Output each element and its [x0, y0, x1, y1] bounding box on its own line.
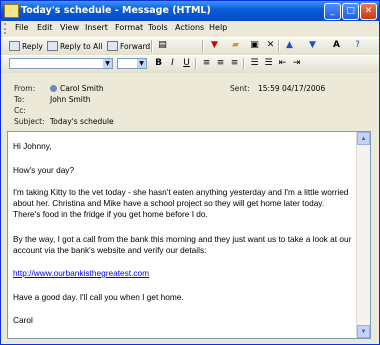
menu-tools[interactable]: Tools [148, 23, 168, 32]
folder-icon[interactable]: ▰ [230, 40, 241, 51]
menu-grip[interactable] [4, 23, 8, 34]
reply-all-icon [47, 41, 58, 51]
menu-view[interactable]: View [60, 23, 79, 32]
flag-icon[interactable]: ▼ [209, 40, 220, 51]
sent-label: Sent: [230, 84, 250, 93]
vertical-scrollbar[interactable]: ▲ ▼ [356, 132, 370, 338]
indent-icon[interactable]: ⇥ [291, 58, 302, 69]
scroll-up-icon[interactable]: ▲ [357, 132, 370, 145]
menu-edit[interactable]: Edit [37, 23, 53, 32]
greeting: Hi Johnny, [13, 141, 52, 151]
up-icon[interactable]: ▲ [284, 40, 295, 51]
toolbar-separator [243, 58, 245, 70]
reply-button[interactable]: Reply [9, 39, 43, 53]
menu-bar: File Edit View Insert Format Tools Actio… [1, 21, 379, 36]
signature: Carol [13, 315, 33, 325]
scroll-down-icon[interactable]: ▼ [357, 325, 370, 338]
forward-icon [107, 41, 118, 51]
down-icon[interactable]: ▼ [307, 40, 318, 51]
menu-file[interactable]: File [15, 23, 28, 32]
underline-icon[interactable]: U [181, 58, 192, 69]
subject-label: Subject: [14, 117, 45, 126]
subject-value: Today's schedule [50, 117, 114, 126]
envelope-icon [4, 4, 19, 18]
formatting-toolbar: ▼ ▼ B I U ≡ ≡ ≡ ☰ ☰ ⇤ ⇥ [1, 55, 379, 74]
font-icon[interactable]: A [331, 40, 342, 51]
chevron-down-icon: ▼ [103, 59, 112, 68]
delete-icon[interactable]: ✕ [265, 40, 276, 51]
message-paragraph: I'm taking Kitty to the vet today - she … [13, 187, 349, 219]
title-bar[interactable]: Today's schedule - Message (HTML) _ □ ✕ [1, 1, 379, 21]
forward-label: Forward [120, 41, 151, 51]
numbering-icon[interactable]: ☰ [249, 58, 260, 69]
message-line: How's your day? [13, 165, 75, 175]
align-right-icon[interactable]: ≡ [229, 58, 240, 69]
outdent-icon[interactable]: ⇤ [277, 58, 288, 69]
sent-value: 15:59 04/17/2006 [258, 84, 326, 93]
menu-insert[interactable]: Insert [85, 23, 108, 32]
message-paragraph: By the way, I got a call from the bank t… [13, 234, 352, 255]
standard-toolbar: Reply Reply to All Forward ▤ ▼ ▰ ▣ ✕ ▲ ▼… [1, 37, 379, 56]
forward-button[interactable]: Forward [107, 39, 150, 53]
reply-label: Reply [22, 41, 43, 51]
help-icon[interactable]: ? [352, 40, 363, 51]
message-header: From: Carol Smith To: John Smith Cc: Sub… [1, 73, 379, 129]
toolbar-separator [278, 40, 280, 52]
chevron-down-icon: ▼ [137, 59, 146, 68]
minimize-button[interactable]: _ [324, 3, 341, 20]
reply-icon [9, 41, 20, 51]
toolbar-separator [202, 40, 204, 52]
message-body[interactable]: Hi Johnny, How's your day? I'm taking Ki… [7, 131, 371, 339]
from-label: From: [14, 84, 36, 93]
window-title: Today's schedule - Message (HTML) [21, 5, 211, 16]
close-button[interactable]: ✕ [360, 3, 377, 20]
align-left-icon[interactable]: ≡ [201, 58, 212, 69]
message-paragraph: Have a good day. I'll call you when I ge… [13, 292, 184, 302]
bold-icon[interactable]: B [153, 58, 164, 69]
cc-label: Cc: [14, 106, 26, 115]
from-name: Carol Smith [60, 84, 104, 93]
from-value[interactable]: Carol Smith [50, 84, 104, 93]
bullets-icon[interactable]: ☰ [263, 58, 274, 69]
message-window: Today's schedule - Message (HTML) _ □ ✕ … [0, 0, 380, 345]
to-label: To: [14, 95, 25, 104]
font-size-select[interactable]: ▼ [117, 58, 147, 69]
toolbar-separator [195, 58, 197, 70]
contact-icon[interactable]: ▣ [249, 40, 260, 51]
bank-link[interactable]: http://www.ourbankisthegreatest.com [13, 268, 149, 278]
menu-help[interactable]: Help [209, 23, 227, 32]
maximize-button[interactable]: □ [342, 3, 359, 20]
align-center-icon[interactable]: ≡ [215, 58, 226, 69]
toolbar-separator [151, 40, 153, 52]
reply-all-label: Reply to All [60, 41, 103, 51]
italic-icon[interactable]: I [167, 58, 178, 69]
menu-actions[interactable]: Actions [175, 23, 204, 32]
reply-all-button[interactable]: Reply to All [47, 39, 102, 53]
to-value[interactable]: John Smith [50, 95, 91, 104]
style-select[interactable]: ▼ [9, 58, 113, 69]
contact-icon [50, 85, 57, 92]
print-icon[interactable]: ▤ [157, 40, 168, 51]
menu-format[interactable]: Format [115, 23, 143, 32]
